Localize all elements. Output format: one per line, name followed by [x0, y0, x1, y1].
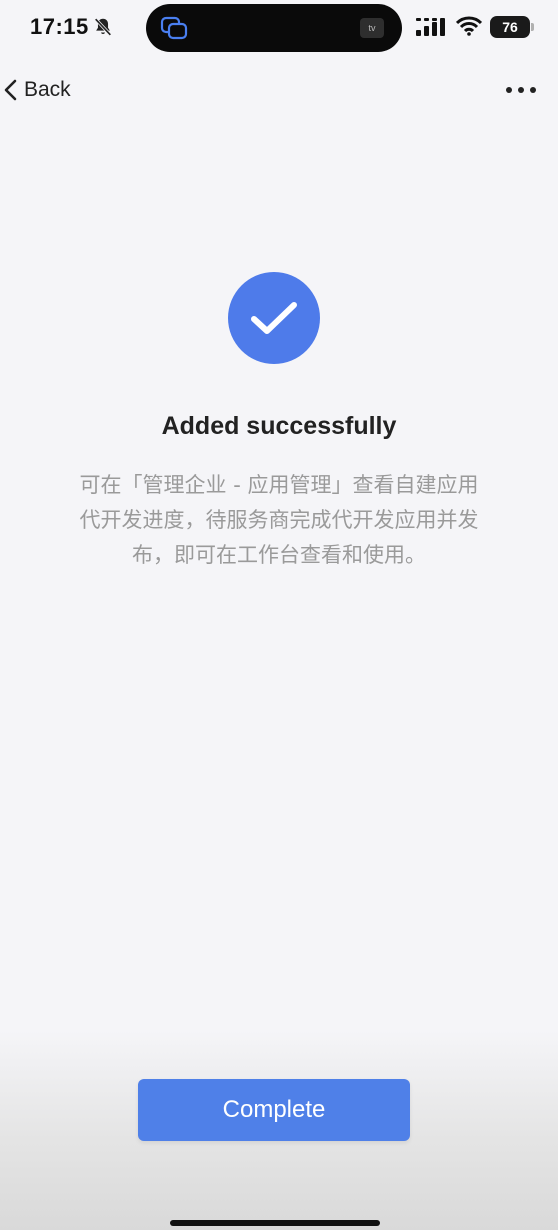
back-label: Back — [24, 78, 71, 101]
island-tv-label: tv — [368, 23, 376, 33]
battery-icon: 76 — [490, 16, 530, 38]
bell-off-icon — [94, 18, 112, 36]
cellular-signal-icon — [416, 18, 445, 36]
more-icon — [506, 87, 512, 93]
result-title: Added successfully — [161, 412, 397, 440]
more-icon — [518, 87, 524, 93]
island-tv-icon: tv — [360, 18, 384, 38]
complete-button[interactable]: Complete — [138, 1079, 410, 1141]
battery-level: 76 — [502, 19, 518, 35]
back-button[interactable]: Back — [0, 74, 71, 106]
island-app-icon — [160, 16, 188, 40]
status-time: 17:15 — [30, 14, 89, 39]
checkmark-icon — [251, 302, 297, 334]
wifi-icon — [456, 16, 482, 36]
chevron-left-icon — [4, 79, 17, 101]
status-bar: 17:15 tv 76 — [0, 0, 558, 56]
success-badge — [228, 272, 320, 364]
navigation-bar: Back — [0, 64, 558, 116]
more-button[interactable] — [506, 78, 536, 102]
result-description: 可在「管理企业 - 应用管理」查看自建应用代开发进度，待服务商完成代开发应用并发… — [79, 473, 479, 567]
home-indicator[interactable] — [170, 1220, 380, 1226]
battery-tip — [531, 23, 534, 31]
dynamic-island[interactable]: tv — [146, 4, 402, 52]
more-icon — [530, 87, 536, 93]
